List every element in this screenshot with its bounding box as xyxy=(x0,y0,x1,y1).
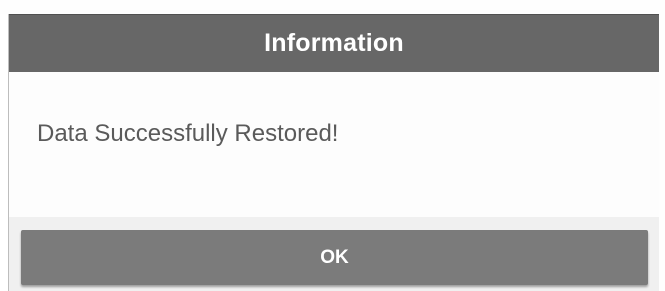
dialog-body: Data Successfully Restored! xyxy=(9,72,659,217)
dialog-title: Information xyxy=(264,29,404,57)
information-dialog: Information Data Successfully Restored! … xyxy=(9,14,659,291)
ok-button[interactable]: OK xyxy=(21,230,648,285)
dialog-header: Information xyxy=(9,14,659,72)
dialog-message: Data Successfully Restored! xyxy=(37,120,339,147)
dialog-footer: OK xyxy=(9,217,659,291)
